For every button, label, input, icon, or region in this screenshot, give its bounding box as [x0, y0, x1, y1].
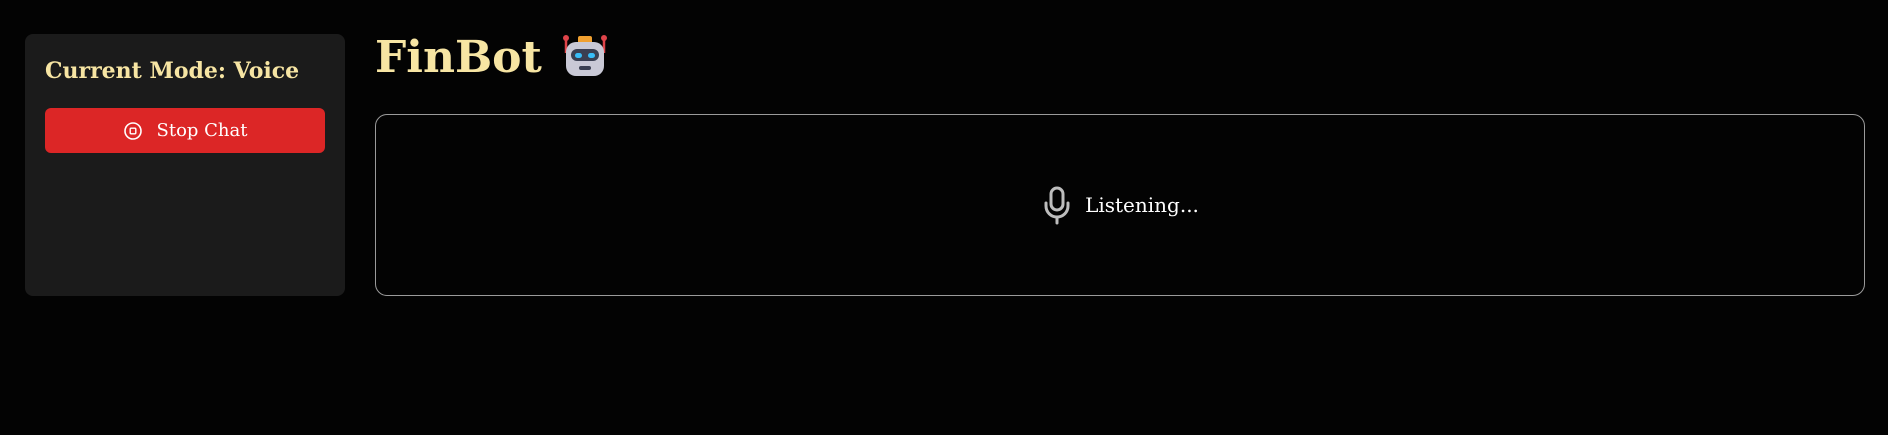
stop-chat-button[interactable]: Stop Chat	[45, 108, 325, 153]
sidebar: Current Mode: Voice Stop Chat	[25, 34, 345, 296]
listening-status: Listening...	[1085, 193, 1199, 217]
app-name: FinBot	[375, 32, 542, 83]
voice-panel: Listening...	[375, 114, 1865, 296]
page-title: FinBot	[375, 30, 610, 86]
stop-circle-icon	[123, 121, 143, 141]
current-mode-title: Current Mode: Voice	[45, 58, 300, 84]
robot-icon	[560, 33, 610, 83]
stop-chat-label: Stop Chat	[156, 120, 248, 141]
microphone-icon	[1041, 185, 1073, 225]
